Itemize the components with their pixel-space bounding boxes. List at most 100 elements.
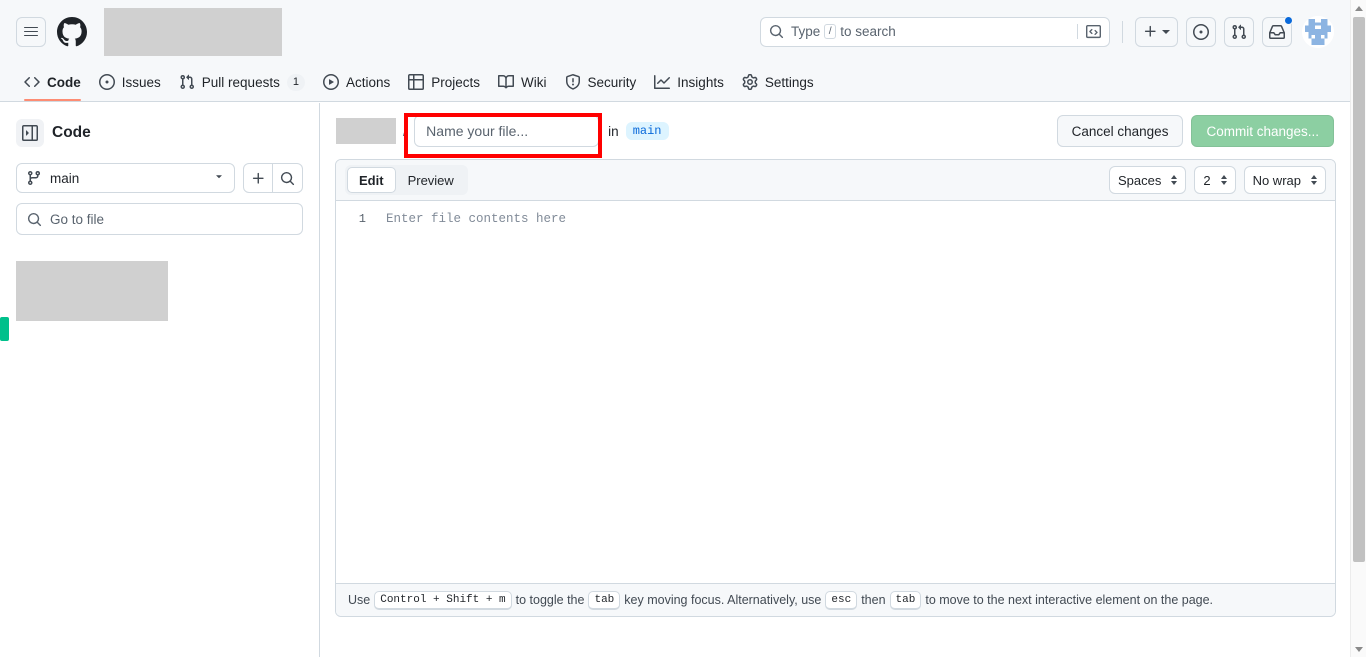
search-files-button[interactable] <box>273 163 303 193</box>
issue-opened-icon <box>1193 23 1209 40</box>
indent-mode-select[interactable]: Spaces <box>1108 166 1187 194</box>
inbox-icon <box>1269 24 1285 39</box>
tab-actions[interactable]: Actions <box>315 63 398 101</box>
tab-preview[interactable]: Preview <box>396 167 466 193</box>
hint-part-5: to move to the next interactive element … <box>925 593 1214 607</box>
editor-toolbar: Edit Preview Spaces 2 No wrap <box>336 160 1335 201</box>
path-separator: / <box>403 122 408 140</box>
hint-key-2: tab <box>588 590 621 610</box>
pull-requests-count: 1 <box>286 73 305 91</box>
tab-code-label: Code <box>47 74 81 90</box>
indent-mode-value: Spaces <box>1117 172 1162 188</box>
scroll-up-arrow[interactable] <box>1351 0 1366 16</box>
hint-key-1: Control + Shift + m <box>374 590 512 610</box>
go-to-file-input[interactable]: Go to file <box>16 203 303 235</box>
hamburger-icon[interactable] <box>16 16 46 47</box>
chevron-updown-icon <box>1311 175 1317 185</box>
hint-part-4: then <box>861 593 886 607</box>
github-new-file-page: Type / to search Code Issues Pull reques… <box>0 0 1366 657</box>
hint-key-4: tab <box>889 590 922 610</box>
notification-dot <box>1284 15 1293 25</box>
create-new-button[interactable] <box>1135 16 1178 47</box>
tab-insights-label: Insights <box>677 74 724 90</box>
in-label: in <box>608 123 619 139</box>
git-pull-request-icon <box>1232 24 1247 39</box>
tab-projects-label: Projects <box>431 74 481 90</box>
tab-issues-label: Issues <box>121 74 161 90</box>
slash-key-badge: / <box>824 24 837 39</box>
search-icon <box>280 171 295 185</box>
branch-name-label: main <box>50 170 80 186</box>
github-mark-icon[interactable] <box>56 16 88 48</box>
tab-code[interactable]: Code <box>16 63 89 101</box>
indent-size-select[interactable]: 2 <box>1194 166 1236 194</box>
file-name-input[interactable] <box>414 115 600 147</box>
sidebar-title: Code <box>52 124 91 141</box>
hint-part-3: key moving focus. Alternatively, use <box>624 593 822 607</box>
code-editor-area[interactable]: 1 Enter file contents here <box>336 201 1335 583</box>
tab-projects[interactable]: Projects <box>400 63 488 101</box>
code-placeholder: Enter file contents here <box>386 212 567 226</box>
add-file-button[interactable] <box>243 163 273 193</box>
tab-actions-label: Actions <box>345 74 391 90</box>
tab-wiki-label: Wiki <box>521 74 547 90</box>
branch-selector[interactable]: main <box>16 163 235 193</box>
search-placeholder-prefix: Type <box>791 24 821 39</box>
line-wrap-select[interactable]: No wrap <box>1243 166 1326 194</box>
repo-path-redacted <box>336 118 396 144</box>
sidebar-header: Code <box>16 119 303 147</box>
search-placeholder-suffix: to search <box>840 24 896 39</box>
hint-key-3: esc <box>825 590 858 610</box>
book-icon <box>498 74 515 89</box>
hint-part-1: Use <box>348 593 371 607</box>
tab-wiki[interactable]: Wiki <box>490 63 555 101</box>
git-pull-request-icon <box>180 74 194 90</box>
repository-nav: Code Issues Pull requests 1 Actions Proj… <box>0 63 1350 102</box>
command-palette-icon[interactable] <box>1077 24 1101 39</box>
play-icon <box>322 74 339 90</box>
target-branch-chip: main <box>625 122 669 140</box>
accessibility-hint-bar: Use Control + Shift + m to toggle the ta… <box>336 583 1335 616</box>
tab-insights[interactable]: Insights <box>646 63 732 101</box>
notifications-button[interactable] <box>1262 15 1293 47</box>
go-to-file-placeholder: Go to file <box>50 211 105 227</box>
scrollbar-find-marker <box>0 317 9 341</box>
chevron-down-icon <box>213 169 225 187</box>
header-left-group <box>16 7 282 56</box>
table-icon <box>408 74 425 90</box>
plus-icon <box>1144 25 1156 37</box>
pull-requests-button[interactable] <box>1224 16 1254 47</box>
line-number-gutter: 1 <box>358 212 366 226</box>
tab-edit[interactable]: Edit <box>347 167 396 193</box>
avatar[interactable] <box>1302 15 1334 48</box>
indent-size-value: 2 <box>1203 172 1211 188</box>
search-input[interactable]: Type / to search <box>760 16 1110 47</box>
graph-icon <box>654 75 671 89</box>
sidebar-collapse-icon[interactable] <box>16 119 44 147</box>
global-header: Type / to search <box>0 0 1350 63</box>
code-icon <box>24 76 40 88</box>
tab-settings-label: Settings <box>764 74 814 90</box>
branch-controls: main <box>16 163 303 193</box>
cancel-changes-button[interactable]: Cancel changes <box>1056 115 1184 147</box>
hint-part-2: to toggle the <box>515 593 585 607</box>
editor-settings: Spaces 2 No wrap <box>1108 166 1326 194</box>
scrollbar-thumb[interactable] <box>1353 17 1365 562</box>
header-right-group: Type / to search <box>760 15 1334 48</box>
chevron-down-icon <box>1162 29 1170 34</box>
browser-scrollbar[interactable] <box>1350 0 1366 657</box>
chevron-updown-icon <box>1171 175 1178 185</box>
sidebar-content-redacted <box>16 261 168 321</box>
git-branch-icon <box>27 171 40 186</box>
header-divider <box>1122 20 1123 43</box>
issues-button[interactable] <box>1186 16 1216 47</box>
tab-settings[interactable]: Settings <box>734 63 822 101</box>
tab-security[interactable]: Security <box>557 63 645 101</box>
code-sidebar: Code main Go to file <box>0 103 320 657</box>
tab-security-label: Security <box>587 74 637 90</box>
tab-pull-requests[interactable]: Pull requests 1 <box>171 63 313 101</box>
search-icon <box>769 24 784 39</box>
tab-issues[interactable]: Issues <box>91 63 169 101</box>
repo-name-redacted <box>104 7 282 56</box>
commit-changes-button[interactable]: Commit changes... <box>1191 115 1334 147</box>
